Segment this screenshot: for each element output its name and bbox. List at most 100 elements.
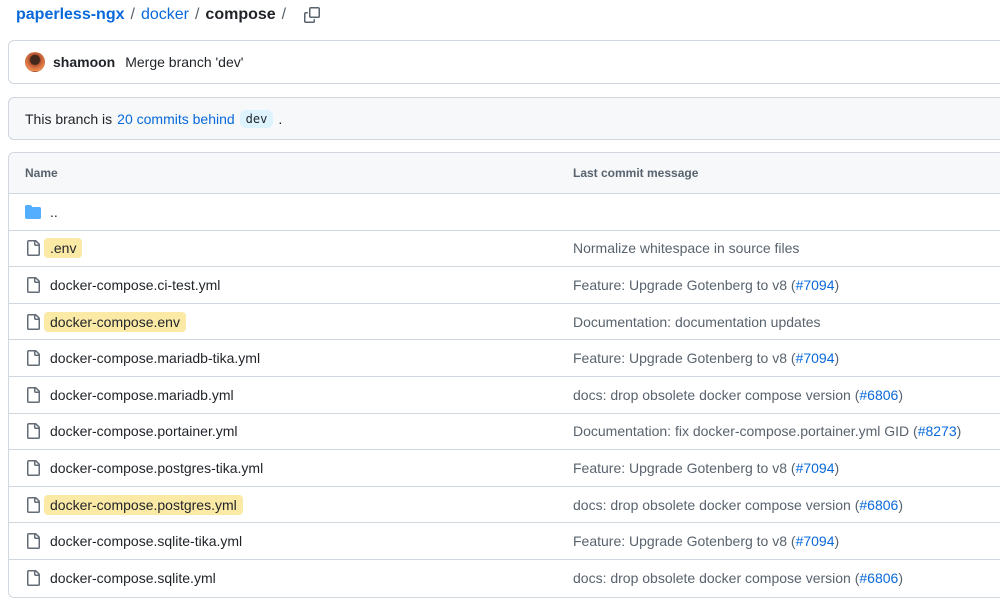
- commit-message-text: docs: drop obsolete docker compose versi…: [573, 570, 859, 586]
- avatar[interactable]: [25, 52, 45, 72]
- commit-message-cell: Feature: Upgrade Gotenberg to v8 (#7094): [565, 277, 1000, 293]
- branch-notice-period: .: [278, 111, 282, 127]
- table-row: docker-compose.env Documentation: docume…: [9, 304, 1000, 341]
- issue-link[interactable]: #7094: [796, 350, 835, 366]
- file-name-cell: ..: [9, 204, 565, 220]
- file-name-cell: docker-compose.portainer.yml: [9, 423, 565, 439]
- table-row: .env Normalize whitespace in source file…: [9, 231, 1000, 268]
- file-name-link[interactable]: ..: [50, 204, 58, 220]
- column-header-last-commit-message: Last commit message: [565, 166, 1000, 180]
- commit-message-text: Normalize whitespace in source files: [573, 240, 799, 256]
- breadcrumb-current-dir: compose: [205, 6, 275, 24]
- file-name-link[interactable]: docker-compose.ci-test.yml: [50, 277, 220, 293]
- breadcrumb-separator: /: [189, 6, 205, 24]
- commit-message-text: Feature: Upgrade Gotenberg to v8 (: [573, 350, 796, 366]
- table-row: docker-compose.mariadb-tika.yml Feature:…: [9, 340, 1000, 377]
- commit-message-cell: Normalize whitespace in source files: [565, 240, 1000, 256]
- table-row: docker-compose.ci-test.yml Feature: Upgr…: [9, 267, 1000, 304]
- commit-message-text: Feature: Upgrade Gotenberg to v8 (: [573, 460, 796, 476]
- commit-message-text: docs: drop obsolete docker compose versi…: [573, 497, 859, 513]
- breadcrumb-separator: /: [276, 6, 292, 24]
- copy-path-button[interactable]: [304, 7, 320, 23]
- issue-link[interactable]: #6806: [859, 570, 898, 586]
- commit-message-cell: docs: drop obsolete docker compose versi…: [565, 387, 1000, 403]
- breadcrumb-separator: /: [124, 6, 140, 24]
- commit-message-text: ): [835, 350, 840, 366]
- issue-link[interactable]: #6806: [859, 497, 898, 513]
- commit-message-cell: Documentation: fix docker-compose.portai…: [565, 423, 1000, 439]
- table-row: docker-compose.postgres-tika.yml Feature…: [9, 450, 1000, 487]
- issue-link[interactable]: #6806: [859, 387, 898, 403]
- breadcrumb-dir-link[interactable]: docker: [141, 6, 189, 24]
- column-header-name: Name: [9, 166, 565, 180]
- commit-message-cell: Feature: Upgrade Gotenberg to v8 (#7094): [565, 350, 1000, 366]
- issue-link[interactable]: #7094: [796, 533, 835, 549]
- table-row: docker-compose.sqlite.yml docs: drop obs…: [9, 560, 1000, 597]
- commit-message-text: docs: drop obsolete docker compose versi…: [573, 387, 859, 403]
- issue-link[interactable]: #7094: [796, 277, 835, 293]
- commit-message-text: Feature: Upgrade Gotenberg to v8 (: [573, 533, 796, 549]
- file-name-cell: docker-compose.postgres-tika.yml: [9, 460, 565, 476]
- table-row: docker-compose.mariadb.yml docs: drop ob…: [9, 377, 1000, 414]
- file-icon: [25, 387, 41, 403]
- commit-message-cell: Feature: Upgrade Gotenberg to v8 (#7094): [565, 533, 1000, 549]
- file-name-cell: docker-compose.env: [9, 312, 565, 332]
- table-row: docker-compose.postgres.yml docs: drop o…: [9, 487, 1000, 524]
- branch-label[interactable]: dev: [240, 110, 274, 128]
- commit-message-text: ): [835, 533, 840, 549]
- file-icon: [25, 240, 41, 256]
- file-name-cell: docker-compose.mariadb.yml: [9, 387, 565, 403]
- commits-behind-link[interactable]: 20 commits behind: [117, 111, 235, 127]
- commit-message-link[interactable]: Merge branch 'dev': [125, 54, 243, 70]
- branch-notice-banner: This branch is 20 commits behind dev .: [8, 97, 1000, 140]
- file-name-cell: docker-compose.sqlite-tika.yml: [9, 533, 565, 549]
- table-row: docker-compose.portainer.yml Documentati…: [9, 414, 1000, 451]
- branch-notice-text: This branch is: [25, 111, 112, 127]
- file-icon: [25, 497, 41, 513]
- file-name-cell: docker-compose.ci-test.yml: [9, 277, 565, 293]
- file-name-link[interactable]: docker-compose.env: [44, 312, 186, 332]
- file-icon: [25, 423, 41, 439]
- commit-message-text: ): [957, 423, 962, 439]
- copy-icon: [304, 7, 320, 23]
- table-row: ..: [9, 194, 1000, 231]
- file-name-link[interactable]: docker-compose.sqlite-tika.yml: [50, 533, 242, 549]
- commit-message-text: ): [898, 497, 903, 513]
- commit-message-text: ): [835, 277, 840, 293]
- issue-link[interactable]: #7094: [796, 460, 835, 476]
- file-icon: [25, 314, 41, 330]
- file-icon: [25, 350, 41, 366]
- breadcrumb-repo-link[interactable]: paperless-ngx: [16, 6, 124, 24]
- file-name-cell: docker-compose.mariadb-tika.yml: [9, 350, 565, 366]
- commit-message-cell: Feature: Upgrade Gotenberg to v8 (#7094): [565, 460, 1000, 476]
- file-table: Name Last commit message .. .env Normal: [8, 152, 1000, 598]
- table-row: docker-compose.sqlite-tika.yml Feature: …: [9, 523, 1000, 560]
- file-name-cell: .env: [9, 238, 565, 258]
- file-icon: [25, 570, 41, 586]
- commit-message-text: ): [898, 570, 903, 586]
- file-table-body: .. .env Normalize whitespace in source f…: [9, 194, 1000, 597]
- commit-message-text: ): [835, 460, 840, 476]
- file-table-header: Name Last commit message: [9, 153, 1000, 194]
- file-name-link[interactable]: docker-compose.portainer.yml: [50, 423, 238, 439]
- file-name-link[interactable]: docker-compose.mariadb.yml: [50, 387, 234, 403]
- folder-icon: [25, 204, 41, 220]
- file-name-link[interactable]: docker-compose.sqlite.yml: [50, 570, 216, 586]
- file-name-cell: docker-compose.postgres.yml: [9, 495, 565, 515]
- latest-commit-bar: shamoon Merge branch 'dev': [8, 40, 1000, 84]
- file-icon: [25, 533, 41, 549]
- commit-message-cell: docs: drop obsolete docker compose versi…: [565, 497, 1000, 513]
- commit-author-link[interactable]: shamoon: [53, 54, 115, 70]
- commit-message-text: Documentation: documentation updates: [573, 314, 821, 330]
- file-name-link[interactable]: docker-compose.postgres-tika.yml: [50, 460, 263, 476]
- issue-link[interactable]: #8273: [918, 423, 957, 439]
- file-name-link[interactable]: docker-compose.postgres.yml: [44, 495, 243, 515]
- commit-message-cell: Documentation: documentation updates: [565, 314, 1000, 330]
- commit-message-text: ): [898, 387, 903, 403]
- file-name-link[interactable]: docker-compose.mariadb-tika.yml: [50, 350, 260, 366]
- commit-message-cell: docs: drop obsolete docker compose versi…: [565, 570, 1000, 586]
- file-icon: [25, 460, 41, 476]
- file-name-cell: docker-compose.sqlite.yml: [9, 570, 565, 586]
- commit-message-text: Documentation: fix docker-compose.portai…: [573, 423, 918, 439]
- file-name-link[interactable]: .env: [44, 238, 82, 258]
